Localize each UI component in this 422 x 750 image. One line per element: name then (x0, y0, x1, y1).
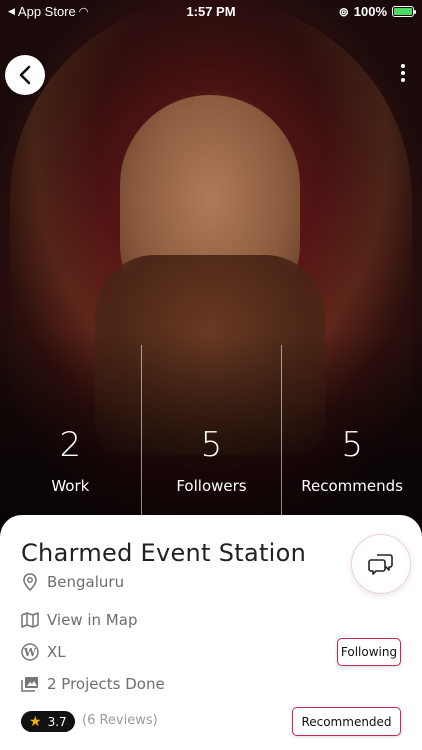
rating-badge: ★ 3.7 (21, 711, 75, 732)
view-map-row[interactable]: View in Map (21, 611, 137, 629)
photo-album-icon (21, 675, 39, 693)
stat-work[interactable]: 2 Work (0, 345, 141, 515)
website-row[interactable]: W XL (21, 643, 66, 661)
stat-value: 2 (59, 425, 82, 465)
back-button[interactable] (5, 55, 45, 95)
location-row: Bengaluru (21, 573, 124, 591)
battery-nub (414, 10, 416, 14)
dot-icon (401, 71, 405, 75)
dot-icon (401, 78, 405, 82)
projects-row: 2 Projects Done (21, 675, 165, 693)
battery-fill (394, 8, 412, 15)
svg-text:W: W (23, 646, 37, 659)
website-text[interactable]: XL (47, 643, 66, 661)
stat-label: Work (51, 477, 90, 495)
profile-title: Charmed Event Station (21, 539, 307, 567)
projects-text: 2 Projects Done (47, 675, 165, 693)
battery-percent: 100% (353, 4, 387, 19)
stat-followers[interactable]: 5 Followers (140, 345, 282, 515)
map-icon (21, 611, 39, 629)
battery-icon (392, 6, 416, 17)
reviews-count[interactable]: (6 Reviews) (82, 713, 158, 728)
rating-value: 3.7 (47, 714, 67, 729)
star-icon: ★ (29, 713, 42, 730)
chat-button[interactable] (352, 535, 410, 593)
orientation-lock-icon: ⊚ (338, 4, 349, 19)
stat-label: Recommends (301, 477, 403, 495)
status-right: ⊚ 100% (338, 4, 416, 19)
wordpress-icon: W (21, 643, 39, 661)
status-bar: ◀ App Store ◠ 1:57 PM ⊚ 100% (0, 0, 422, 22)
location-text: Bengaluru (47, 573, 125, 591)
chevron-left-icon (19, 65, 31, 85)
stat-value: 5 (200, 425, 223, 465)
dot-icon (401, 64, 405, 68)
stat-recommends[interactable]: 5 Recommends (281, 345, 422, 515)
recommended-button[interactable]: Recommended (292, 707, 401, 736)
stat-value: 5 (341, 425, 363, 465)
following-button[interactable]: Following (337, 638, 401, 666)
stat-label: Followers (176, 477, 247, 495)
more-options-button[interactable] (398, 64, 408, 88)
location-pin-icon (21, 573, 39, 591)
view-map-link[interactable]: View in Map (47, 611, 137, 629)
chat-bubbles-icon (368, 554, 393, 575)
stats-row: 2 Work 5 Followers 5 Recommends (0, 345, 422, 515)
